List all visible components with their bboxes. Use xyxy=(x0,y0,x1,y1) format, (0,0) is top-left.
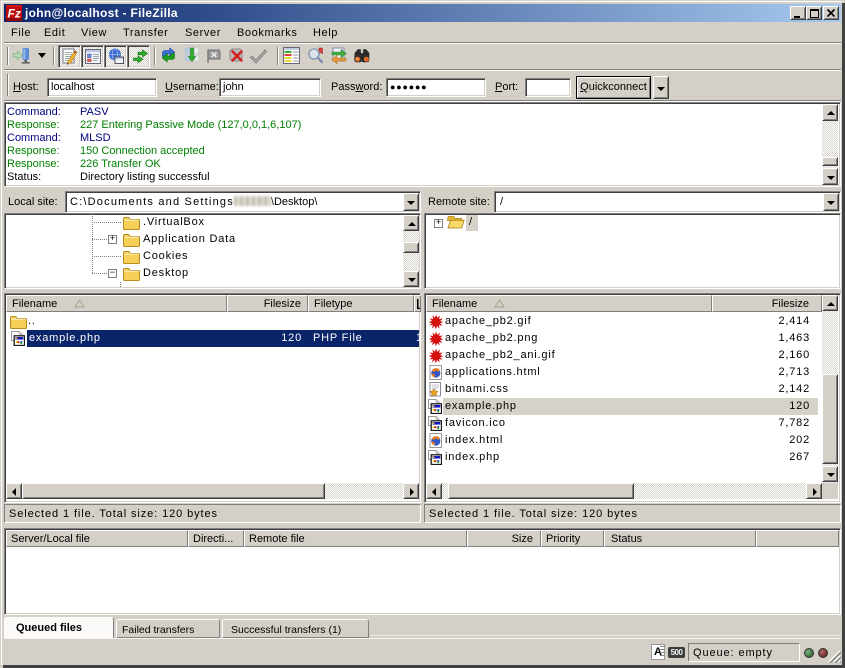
svg-text:Fz: Fz xyxy=(8,7,21,21)
